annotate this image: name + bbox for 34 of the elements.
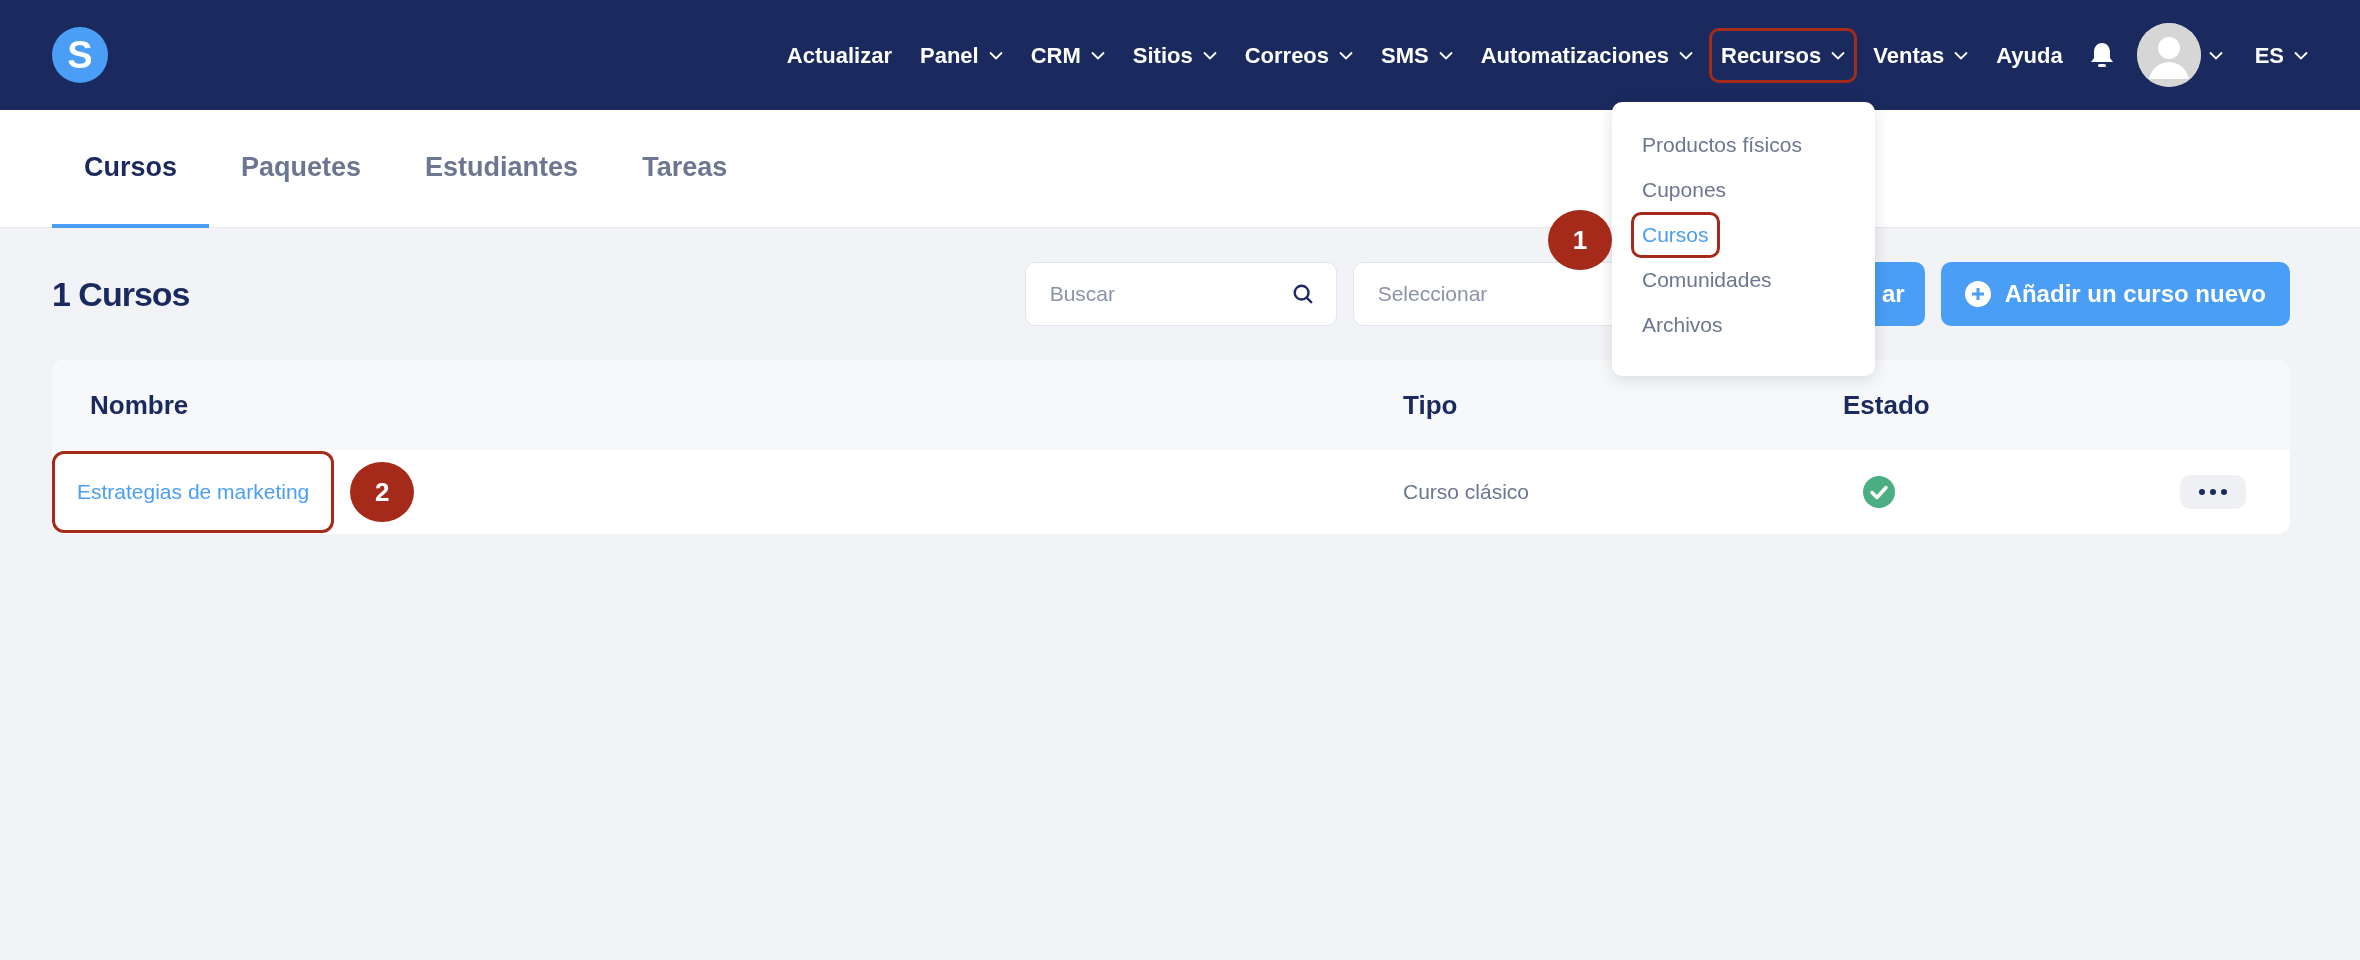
column-header: Estado — [1843, 388, 1931, 422]
column-header: Nombre — [90, 388, 190, 422]
nav-link[interactable]: Correos — [1232, 27, 1366, 83]
nav-link[interactable]: Recursos — [1709, 27, 1858, 83]
nav-link[interactable]: CRM — [1018, 27, 1117, 83]
search-input[interactable]: Buscar — [1047, 277, 1292, 311]
page-title: 1 Cursos — [52, 273, 190, 315]
chevron-icon — [2294, 50, 2308, 60]
tab[interactable]: Estudiantes — [393, 110, 611, 228]
plus-icon — [1964, 281, 1991, 307]
nav-link[interactable]: Ayuda — [1984, 27, 2075, 83]
table-cell-text: Curso clásico — [1403, 479, 1531, 506]
avatar[interactable] — [2136, 23, 2201, 87]
annotation-marker: 2 — [350, 462, 415, 522]
nav-link[interactable]: Sitios — [1120, 27, 1229, 83]
nav-link[interactable]: Actualizar — [774, 27, 904, 83]
tab[interactable]: Cursos — [52, 110, 210, 228]
chevron-icon — [2208, 50, 2223, 60]
nav-link[interactable]: SMS — [1369, 27, 1465, 83]
more-icon — [2198, 489, 2228, 495]
language-selector[interactable]: ES — [2242, 27, 2320, 83]
nav-link[interactable]: Ventas — [1861, 27, 1981, 83]
nav-link[interactable]: Automatizaciones — [1468, 27, 1705, 83]
tab[interactable]: Tareas — [610, 110, 760, 228]
more-button[interactable] — [2180, 475, 2246, 509]
nav-link[interactable]: Panel — [907, 27, 1015, 83]
select-input[interactable]: Seleccionar — [1375, 277, 1630, 311]
tab[interactable]: Paquetes — [209, 110, 394, 228]
search-field[interactable]: Buscar — [1024, 262, 1337, 326]
menu-item[interactable]: Cupones — [1631, 167, 1738, 213]
menu-item[interactable]: Productos físicos — [1631, 122, 1813, 168]
bell-icon[interactable] — [2088, 41, 2115, 69]
column-header: Tipo — [1403, 388, 1459, 422]
search-icon — [1291, 282, 1314, 306]
